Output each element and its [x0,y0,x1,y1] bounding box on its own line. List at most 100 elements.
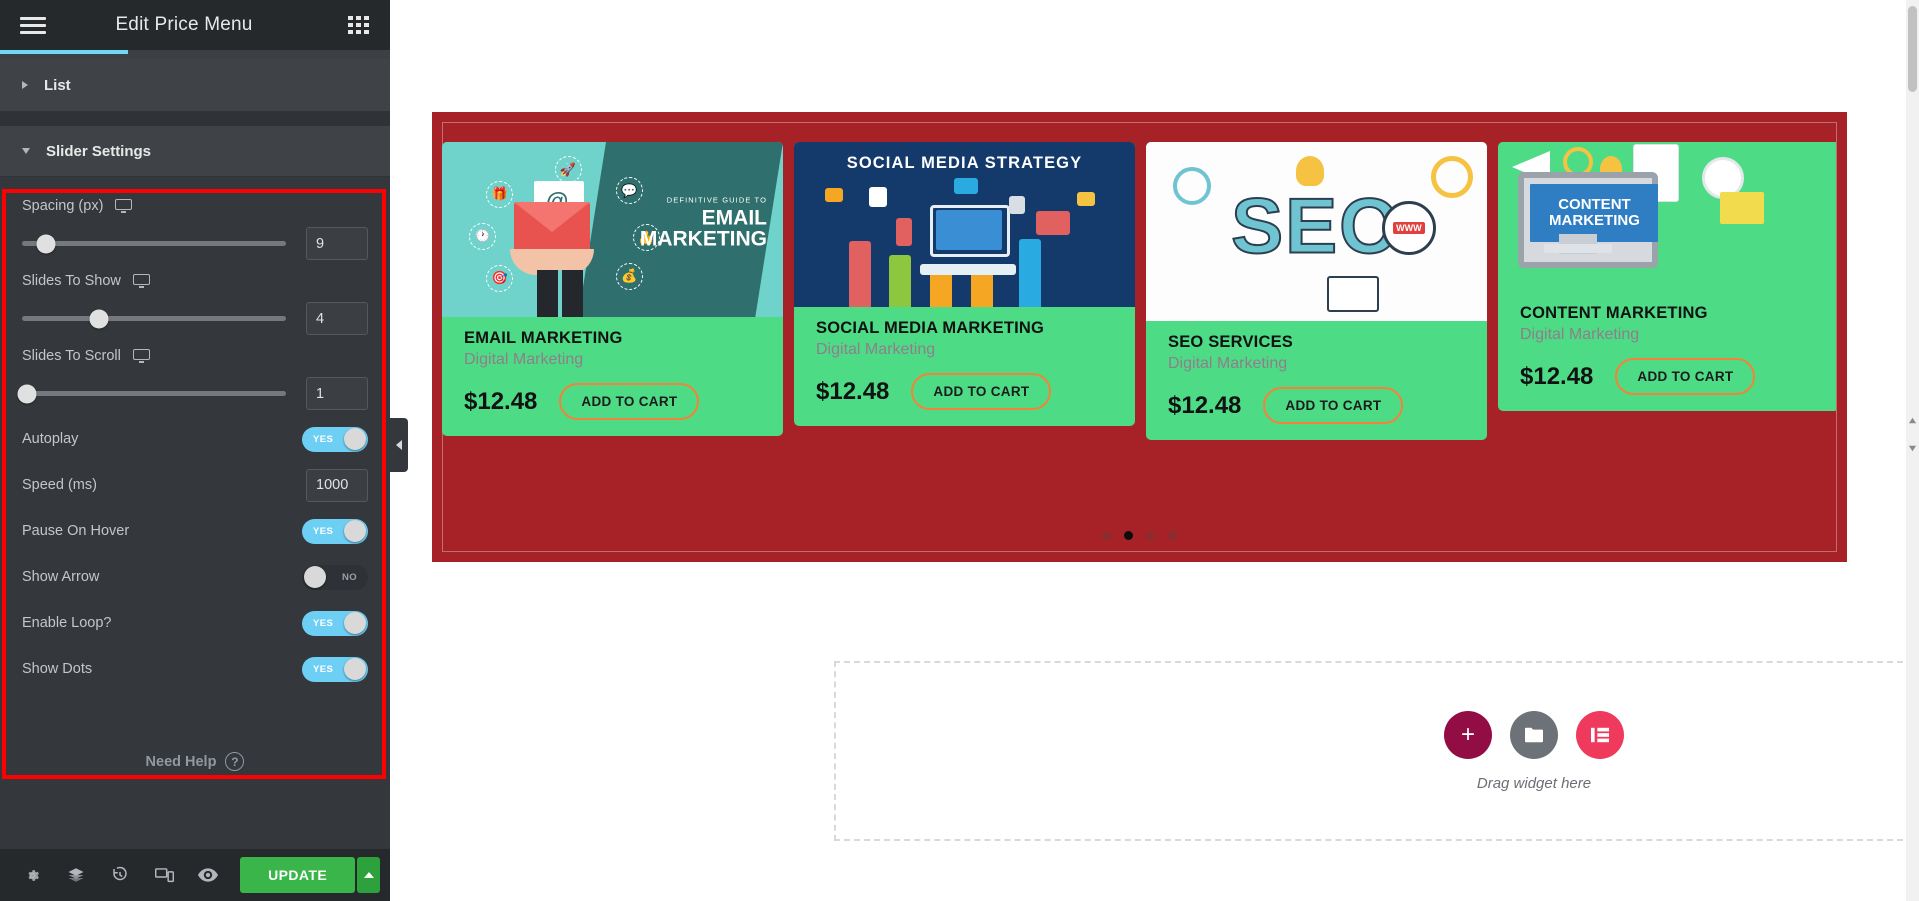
section-list[interactable]: List [0,59,390,112]
card-subtitle: Digital Marketing [1520,326,1640,343]
control-pause-on-hover-label: Pause On Hover [22,523,130,539]
scroll-down-arrow-icon[interactable] [1908,440,1917,452]
art-title-line1: CONTENT [1558,196,1631,214]
preview-eye-icon[interactable] [186,849,230,901]
product-card[interactable]: SOCIAL MEDIA STRATEGY SOCIAL MEDIA MARKE… [794,142,1135,426]
control-show-arrow: Show Arrow NO [22,554,368,600]
elementor-library-icon[interactable] [1576,710,1624,759]
add-new-section-icon[interactable]: + [1444,710,1492,759]
panel-collapse-arrow-icon[interactable] [390,418,408,472]
content-marketing-illustration: CONTENT MARKETING [1498,142,1836,292]
card-title: SEO SERVICES [1168,333,1293,351]
update-button[interactable]: UPDATE [240,857,356,893]
slides-to-show-slider-track[interactable] [22,309,286,328]
show-dots-toggle[interactable]: YES [302,656,368,682]
desktop-icon[interactable] [115,199,133,213]
editor-panel: Edit Price Menu List Slider Settings Spa… [0,0,390,901]
control-slides-to-scroll-label: Slides To Scroll [22,348,121,364]
card-price: $12.48 [816,377,890,405]
active-tab-indicator [0,50,128,54]
control-speed-label: Speed (ms) [22,477,97,493]
panel-tabbar[interactable] [0,50,390,59]
slides-to-show-value-input[interactable]: 4 [306,302,368,335]
card-price: $12.48 [464,387,538,415]
social-media-strategy-illustration: SOCIAL MEDIA STRATEGY [794,142,1135,307]
control-enable-loop: Enable Loop? YES [22,600,368,646]
pagination-dot-active[interactable] [1124,531,1133,540]
add-to-cart-button[interactable]: ADD TO CART [1615,358,1756,395]
page-title: Edit Price Menu [115,14,253,35]
control-slides-to-show-label: Slides To Show [22,273,121,289]
card-title: EMAIL MARKETING [464,329,623,347]
email-marketing-illustration: 🚀 🎁 💬 🕐 👍 🎯 💰 @ DEFINITIVE GUIDE TO EMAI… [442,142,783,317]
slides-to-show-slider-knob[interactable] [89,309,109,328]
panel-header: Edit Price Menu [0,0,390,50]
slides-to-scroll-slider-track[interactable] [17,384,286,403]
autoplay-toggle-state: YES [313,433,334,445]
section-list-label: List [44,76,71,94]
control-autoplay-label: Autoplay [22,431,79,447]
scroll-up-arrow-icon[interactable] [1908,412,1917,424]
enable-loop-toggle-state: YES [313,617,334,629]
drop-area-label: Drag widget here [1476,774,1592,792]
desktop-icon[interactable] [132,349,150,363]
card-body: EMAIL MARKETING Digital Marketing $12.48… [442,317,783,436]
card-price: $12.48 [1520,362,1594,390]
toggle-knob [344,658,366,680]
add-to-cart-button[interactable]: ADD TO CART [1263,387,1404,424]
toggle-knob [304,566,326,588]
product-card[interactable]: 🚀 🎁 💬 🕐 👍 🎯 💰 @ DEFINITIVE GUIDE TO EMAI… [442,142,783,436]
pause-on-hover-toggle[interactable]: YES [302,518,368,544]
add-template-folder-icon[interactable] [1510,710,1558,759]
drop-widget-area[interactable]: + Drag widget here [834,661,1919,841]
section-slider-settings[interactable]: Slider Settings [0,126,390,177]
autoplay-toggle[interactable]: YES [302,426,368,452]
card-thumbnail: 🚀 🎁 💬 🕐 👍 🎯 💰 @ DEFINITIVE GUIDE TO EMAI… [442,142,783,317]
panel-divider [0,112,390,126]
add-to-cart-button[interactable]: ADD TO CART [559,383,700,420]
page-scrollbar[interactable] [1906,0,1919,901]
add-to-cart-button[interactable]: ADD TO CART [911,373,1052,410]
spacing-slider-track[interactable] [22,234,286,253]
product-card[interactable]: SEO WWW SEO SERVICES Digital Marketing $… [1146,142,1487,440]
preview-canvas: 🚀 🎁 💬 🕐 👍 🎯 💰 @ DEFINITIVE GUIDE TO EMAI… [390,0,1919,901]
art-title: SOCIAL MEDIA STRATEGY [846,154,1083,172]
speed-value-input[interactable]: 1000 [306,468,368,502]
slides-to-scroll-value-input[interactable]: 1 [306,377,368,410]
grid-apps-icon[interactable] [348,15,370,35]
seo-illustration: SEO WWW [1146,142,1487,321]
enable-loop-toggle[interactable]: YES [302,610,368,636]
slides-to-scroll-slider-knob[interactable] [17,384,37,403]
card-body: SEO SERVICES Digital Marketing $12.48 AD… [1146,321,1487,440]
control-autoplay: Autoplay YES [22,416,368,462]
section-slider-settings-label: Slider Settings [46,142,152,160]
spacing-slider-knob[interactable] [36,234,56,253]
chevron-right-icon [22,81,28,89]
pagination-dot[interactable] [1102,531,1111,540]
show-arrow-toggle[interactable]: NO [302,564,368,590]
settings-gear-icon[interactable] [10,849,54,901]
card-thumbnail: SEO WWW [1146,142,1487,321]
pause-on-hover-toggle-state: YES [313,525,334,537]
responsive-mode-icon[interactable] [142,849,186,901]
price-menu-slider: 🚀 🎁 💬 🕐 👍 🎯 💰 @ DEFINITIVE GUIDE TO EMAI… [442,142,1836,522]
toggle-knob [344,428,366,450]
question-mark-icon: ? [225,752,245,771]
scrollbar-thumb[interactable] [1908,6,1917,92]
history-revisions-icon[interactable] [98,849,142,901]
need-help-label: Need Help [145,753,217,770]
card-body: CONTENT MARKETING Digital Marketing $12.… [1498,292,1836,411]
layers-icon[interactable] [54,849,98,901]
control-enable-loop-label: Enable Loop? [22,615,112,631]
control-slides-to-scroll: Slides To Scroll 1 [17,341,368,410]
toggle-knob [344,520,366,542]
need-help-link[interactable]: Need Help ? [22,752,368,771]
card-thumbnail: CONTENT MARKETING [1498,142,1836,292]
update-options-chevron-up-icon[interactable] [357,857,380,893]
desktop-icon[interactable] [132,274,150,288]
product-card[interactable]: CONTENT MARKETING CONTENT MARKETING Digi… [1498,142,1836,411]
spacing-value-input[interactable]: 9 [306,227,368,260]
pagination-dot[interactable] [1168,531,1177,540]
slider-section[interactable]: 🚀 🎁 💬 🕐 👍 🎯 💰 @ DEFINITIVE GUIDE TO EMAI… [432,112,1847,562]
pagination-dot[interactable] [1146,531,1155,540]
